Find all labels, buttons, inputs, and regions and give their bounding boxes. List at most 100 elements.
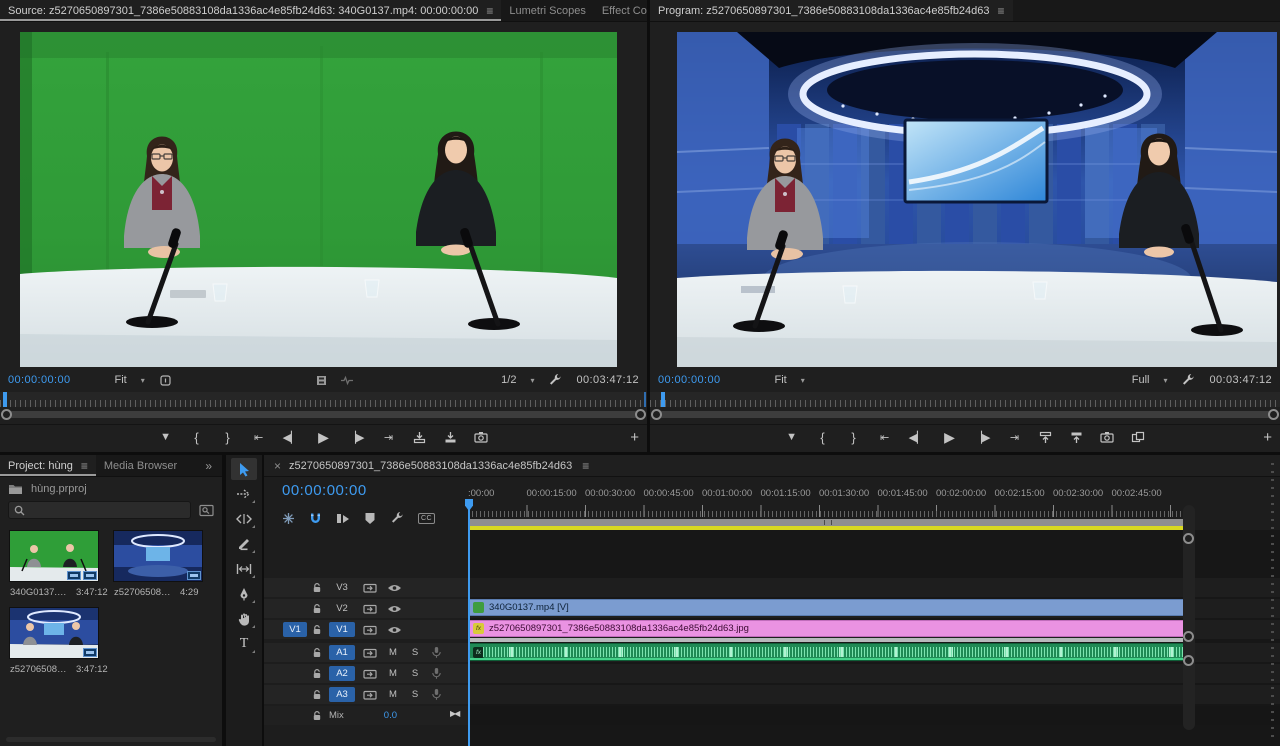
project-file-name[interactable]: hùng.prproj [31, 483, 87, 495]
track-name-a2[interactable]: A2 [329, 666, 355, 681]
lock-icon[interactable] [311, 582, 323, 594]
source-playhead[interactable] [3, 392, 7, 407]
project-item[interactable]: 340G0137.mp4 3:47:12 [10, 531, 110, 598]
selection-tool[interactable] [231, 458, 257, 480]
clip-thumbnail-studio[interactable] [114, 531, 202, 581]
ripple-edit-tool[interactable] [231, 508, 257, 530]
track-header-v2[interactable]: V2 [264, 599, 468, 618]
timeline-vertical-scrollbar[interactable] [1183, 505, 1195, 730]
lock-icon[interactable] [311, 710, 323, 722]
program-current-timecode[interactable]: 00:00:00:00 [658, 374, 721, 386]
lock-icon[interactable] [311, 603, 323, 615]
solo-button[interactable]: S [409, 668, 421, 679]
go-to-out-button[interactable]: ⇥ [381, 428, 395, 446]
solo-button[interactable]: S [409, 647, 421, 658]
mute-button[interactable]: M [387, 689, 399, 700]
tab-media-browser[interactable]: Media Browser [96, 455, 185, 476]
settings-wrench-icon[interactable] [1181, 373, 1195, 387]
toggle-track-output-eye-icon[interactable] [387, 604, 402, 614]
project-item[interactable]: z5270650897301... 4:29 [114, 531, 214, 598]
play-button[interactable]: ▶ [943, 428, 957, 446]
source-current-timecode[interactable]: 00:00:00:00 [8, 374, 71, 386]
keyframe-nav-icon[interactable]: ▶◀ [450, 709, 458, 718]
panel-menu-icon[interactable]: ≡ [81, 459, 88, 473]
solo-button[interactable]: S [409, 689, 421, 700]
pen-tool[interactable] [231, 583, 257, 605]
source-patch-v1[interactable]: V1 [283, 622, 307, 637]
mark-in-button[interactable]: { [190, 428, 204, 446]
master-track-header[interactable]: Mix 0.0 ▶◀ [264, 706, 468, 725]
search-input[interactable] [8, 501, 191, 519]
source-video-preview[interactable] [20, 32, 617, 367]
item-name[interactable]: z5270650897301... [114, 587, 172, 598]
timeline-tabbar[interactable]: × z5270650897301_7386e50883108da1336ac4e… [264, 455, 1280, 477]
program-zoom-select[interactable]: Fit ▾ [771, 373, 809, 387]
razor-tool[interactable] [231, 533, 257, 555]
comparison-view-button[interactable] [1131, 428, 1145, 446]
go-to-in-button[interactable]: ⇤ [252, 428, 266, 446]
mark-out-button[interactable]: } [847, 428, 861, 446]
panel-menu-icon[interactable]: ≡ [998, 4, 1005, 18]
safe-margins-button[interactable] [159, 374, 172, 387]
track-header-a1[interactable]: A1 M S [264, 643, 468, 662]
tab-project[interactable]: Project: hùng ≡ [0, 455, 96, 476]
search-text-field[interactable] [30, 503, 185, 517]
tab-effect-controls[interactable]: Effect Controls [594, 0, 647, 21]
timeline-clip-image[interactable]: fx z5270650897301_7386e50883108da1336ac4… [468, 620, 1186, 637]
overwrite-button[interactable] [443, 428, 457, 446]
panel-menu-icon[interactable]: ≡ [582, 459, 589, 473]
slip-tool[interactable] [231, 558, 257, 580]
source-playback-resolution-select[interactable]: 1/2 ▾ [497, 373, 538, 387]
mark-out-button[interactable]: } [221, 428, 235, 446]
lock-icon[interactable] [311, 689, 323, 701]
scroll-handle-left[interactable] [651, 409, 662, 420]
tab-source[interactable]: Source: z5270650897301_7386e50883108da13… [0, 0, 501, 21]
track-lane-v3[interactable] [468, 578, 1280, 597]
track-name-v2[interactable]: V2 [329, 601, 355, 616]
go-to-in-button[interactable]: ⇤ [878, 428, 892, 446]
lift-button[interactable] [1038, 428, 1052, 446]
panel-menu-icon[interactable]: ≡ [486, 4, 493, 18]
button-editor-plus[interactable]: + [1263, 425, 1272, 449]
add-marker-icon[interactable] [364, 512, 376, 525]
button-editor-plus[interactable]: + [630, 425, 639, 449]
sequence-thumbnail-composite[interactable] [10, 608, 98, 658]
scroll-handle-left[interactable] [1, 409, 12, 420]
sync-lock-icon[interactable] [363, 668, 377, 680]
clip-thumbnail-greenscreen[interactable] [10, 531, 98, 581]
timeline-ruler[interactable]: :00:00 00:00:15:00 00:00:30:00 00:00:45:… [468, 488, 1190, 518]
scroll-handle[interactable] [1183, 533, 1194, 544]
master-volume-value[interactable]: 0.0 [384, 710, 397, 721]
program-zoom-scrollbar[interactable] [650, 408, 1280, 420]
search-bin-icon[interactable] [199, 504, 214, 517]
track-lane-a2[interactable] [468, 664, 1280, 683]
track-header-a3[interactable]: A3 M S [264, 685, 468, 704]
captions-toggle[interactable]: CC [418, 513, 435, 524]
drag-video-only-icon[interactable] [315, 374, 328, 387]
sync-lock-icon[interactable] [363, 603, 377, 615]
track-header-v1[interactable]: V1 V1 [264, 620, 468, 639]
program-playhead[interactable] [661, 392, 665, 407]
video-audio-divider[interactable] [468, 638, 1186, 642]
settings-wrench-icon[interactable] [548, 373, 562, 387]
insert-button[interactable] [412, 428, 426, 446]
nest-toggle-icon[interactable] [282, 512, 295, 525]
track-select-forward-tool[interactable] [231, 483, 257, 505]
voiceover-mic-icon[interactable] [431, 646, 442, 659]
scroll-handle[interactable] [1183, 631, 1194, 642]
item-name[interactable]: 340G0137.mp4 [10, 587, 68, 598]
project-item[interactable]: z5270650897... 3:47:12 [10, 608, 110, 675]
program-playback-resolution-select[interactable]: Full ▾ [1128, 373, 1172, 387]
panel-overflow-icon[interactable]: » [195, 459, 222, 473]
lock-icon[interactable] [311, 668, 323, 680]
mark-in-button[interactable]: { [816, 428, 830, 446]
step-back-button[interactable]: ◀▏ [909, 428, 926, 446]
linked-selection-icon[interactable] [336, 512, 350, 525]
tab-program[interactable]: Program: z5270650897301_7386e50883108da1… [650, 0, 1013, 21]
mute-button[interactable]: M [387, 668, 399, 679]
scroll-handle-right[interactable] [635, 409, 646, 420]
voiceover-mic-icon[interactable] [431, 688, 442, 701]
timeline-current-timecode[interactable]: 00:00:00:00 [282, 482, 367, 499]
sync-lock-icon[interactable] [363, 689, 377, 701]
program-scrub-ruler[interactable] [650, 392, 1280, 407]
